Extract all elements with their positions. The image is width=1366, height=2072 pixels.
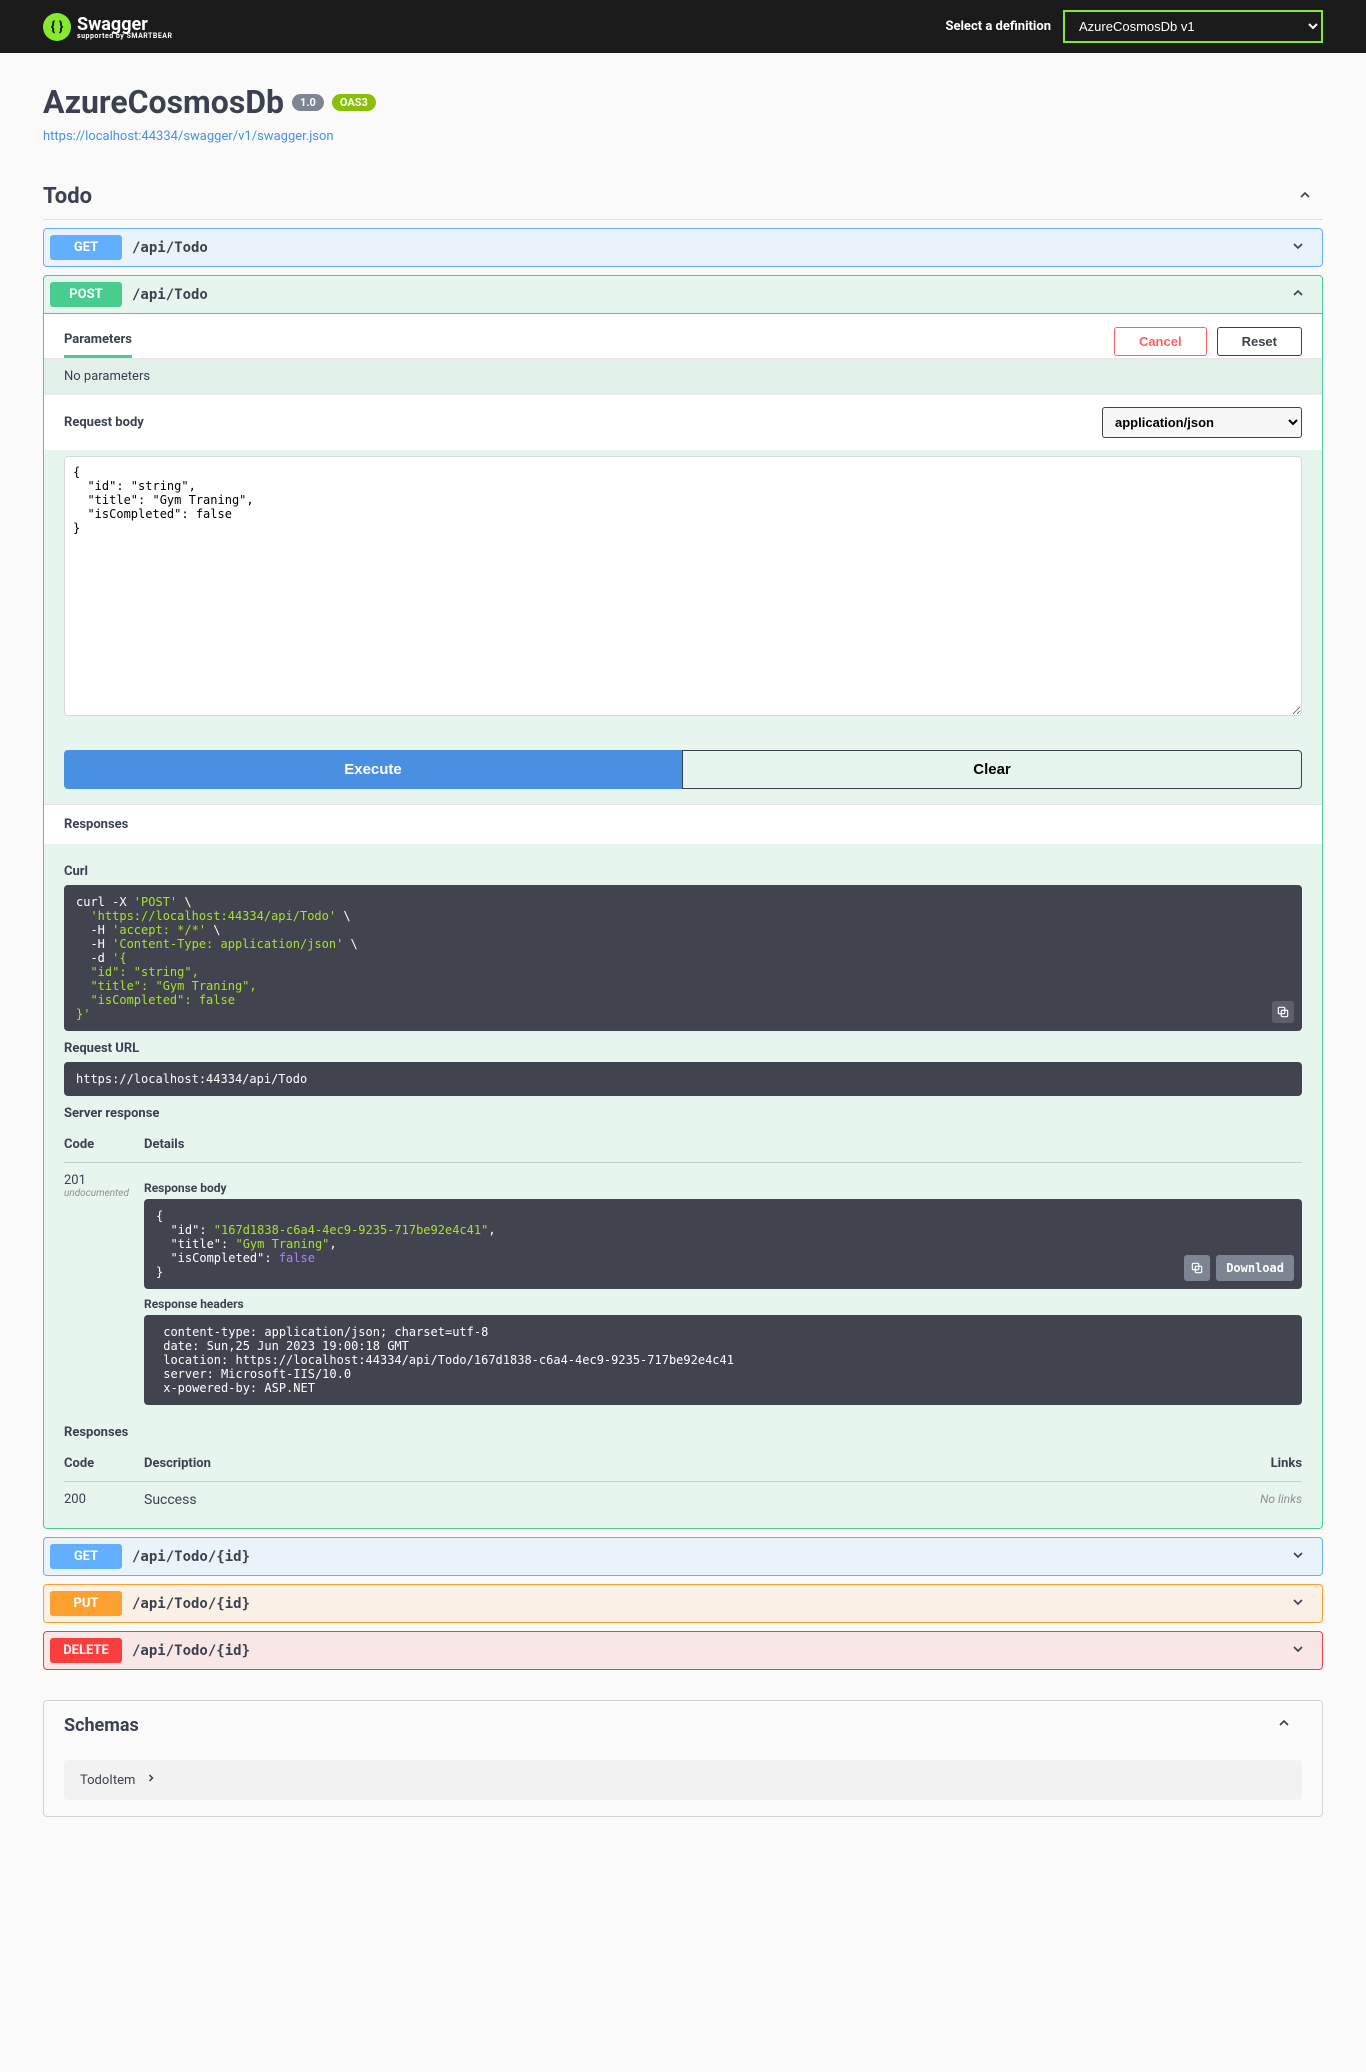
chevron-down-icon <box>1290 1594 1306 1614</box>
request-body-label: Request body <box>64 415 144 430</box>
operation-path: /api/Todo <box>132 287 208 303</box>
chevron-right-icon <box>145 1772 157 1788</box>
undocumented-label: undocumented <box>64 1188 144 1199</box>
parameters-tab[interactable]: Parameters <box>64 324 132 358</box>
col-code-header: Code <box>64 1456 144 1471</box>
operation-summary[interactable]: GET /api/Todo <box>44 229 1322 266</box>
version-badge: 1.0 <box>292 94 324 111</box>
operation-path: /api/Todo/{id} <box>132 1643 250 1659</box>
request-url-label: Request URL <box>64 1041 1302 1056</box>
copy-icon[interactable] <box>1184 1255 1210 1281</box>
operation-delete-todo: DELETE /api/Todo/{id} <box>43 1631 1323 1670</box>
col-details-header: Details <box>144 1137 1302 1152</box>
chevron-up-icon <box>1290 285 1306 305</box>
request-url-box: https://localhost:44334/api/Todo <box>64 1062 1302 1096</box>
oas-badge: OAS3 <box>332 94 376 111</box>
operation-path: /api/Todo/{id} <box>132 1596 250 1612</box>
request-body-editor[interactable] <box>64 456 1302 716</box>
curl-command-box: curl -X 'POST' \ 'https://localhost:4433… <box>64 885 1302 1031</box>
chevron-down-icon <box>1290 1547 1306 1567</box>
execute-button[interactable]: Execute <box>64 750 682 789</box>
api-title: AzureCosmosDb <box>43 83 284 121</box>
no-links-text: No links <box>1222 1492 1302 1506</box>
reset-button[interactable]: Reset <box>1217 327 1302 356</box>
method-badge: GET <box>50 235 122 260</box>
server-response-row: 201 undocumented Response body { "id": "… <box>64 1163 1302 1415</box>
no-parameters-text: No parameters <box>64 369 150 384</box>
server-response-label: Server response <box>64 1106 1302 1121</box>
download-button[interactable]: Download <box>1216 1255 1294 1281</box>
swagger-logo: { } Swagger supported by SMARTBEAR <box>43 13 172 41</box>
method-badge: GET <box>50 1544 122 1569</box>
chevron-down-icon <box>1290 1641 1306 1661</box>
chevron-up-icon <box>1276 1715 1292 1736</box>
operation-summary[interactable]: PUT /api/Todo/{id} <box>44 1585 1322 1622</box>
definition-select[interactable]: AzureCosmosDb v1 <box>1063 10 1323 43</box>
tag-todo[interactable]: Todo <box>43 174 1323 220</box>
content-type-select[interactable]: application/json <box>1102 407 1302 438</box>
response-body-label: Response body <box>144 1181 1302 1195</box>
operation-get-todo-by-id: GET /api/Todo/{id} <box>43 1537 1323 1576</box>
responses-header: Responses <box>44 804 1322 844</box>
operation-summary[interactable]: GET /api/Todo/{id} <box>44 1538 1322 1575</box>
topbar: { } Swagger supported by SMARTBEAR Selec… <box>0 0 1366 53</box>
col-description-header: Description <box>144 1456 1222 1471</box>
definition-label: Select a definition <box>945 19 1051 34</box>
documented-responses-label: Responses <box>64 1425 1302 1440</box>
response-description: Success <box>144 1492 1222 1508</box>
tag-name: Todo <box>43 184 92 209</box>
schemas-section: Schemas TodoItem <box>43 1700 1323 1817</box>
cancel-button[interactable]: Cancel <box>1114 327 1207 356</box>
copy-icon[interactable] <box>1272 1001 1294 1023</box>
operation-summary[interactable]: POST /api/Todo <box>44 276 1322 313</box>
schema-item-todoitem[interactable]: TodoItem <box>64 1760 1302 1800</box>
response-body-box: { "id": "167d1838-c6a4-4ec9-9235-717be92… <box>144 1199 1302 1289</box>
operation-path: /api/Todo <box>132 240 208 256</box>
method-badge: PUT <box>50 1591 122 1616</box>
col-links-header: Links <box>1222 1456 1302 1471</box>
response-headers-label: Response headers <box>144 1297 1302 1311</box>
schemas-header[interactable]: Schemas <box>44 1701 1322 1750</box>
operation-path: /api/Todo/{id} <box>132 1549 250 1565</box>
method-badge: POST <box>50 282 122 307</box>
chevron-up-icon <box>1297 187 1313 207</box>
operation-put-todo: PUT /api/Todo/{id} <box>43 1584 1323 1623</box>
method-badge: DELETE <box>50 1638 122 1663</box>
chevron-down-icon <box>1290 238 1306 258</box>
operation-post-todo: POST /api/Todo Parameters Cancel Reset N… <box>43 275 1323 1529</box>
operation-summary[interactable]: DELETE /api/Todo/{id} <box>44 1632 1322 1669</box>
response-code: 201 <box>64 1173 144 1188</box>
schema-name: TodoItem <box>80 1773 135 1788</box>
operation-get-todo: GET /api/Todo <box>43 228 1323 267</box>
response-code: 200 <box>64 1492 144 1507</box>
response-headers-box: content-type: application/json; charset=… <box>144 1315 1302 1405</box>
documented-response-row: 200 Success No links <box>64 1482 1302 1518</box>
schemas-title: Schemas <box>64 1715 139 1736</box>
col-code-header: Code <box>64 1137 144 1152</box>
clear-button[interactable]: Clear <box>682 750 1302 789</box>
brand-subtext: supported by SMARTBEAR <box>77 32 172 40</box>
curl-label: Curl <box>64 864 1302 879</box>
spec-url-link[interactable]: https://localhost:44334/swagger/v1/swagg… <box>43 129 334 144</box>
